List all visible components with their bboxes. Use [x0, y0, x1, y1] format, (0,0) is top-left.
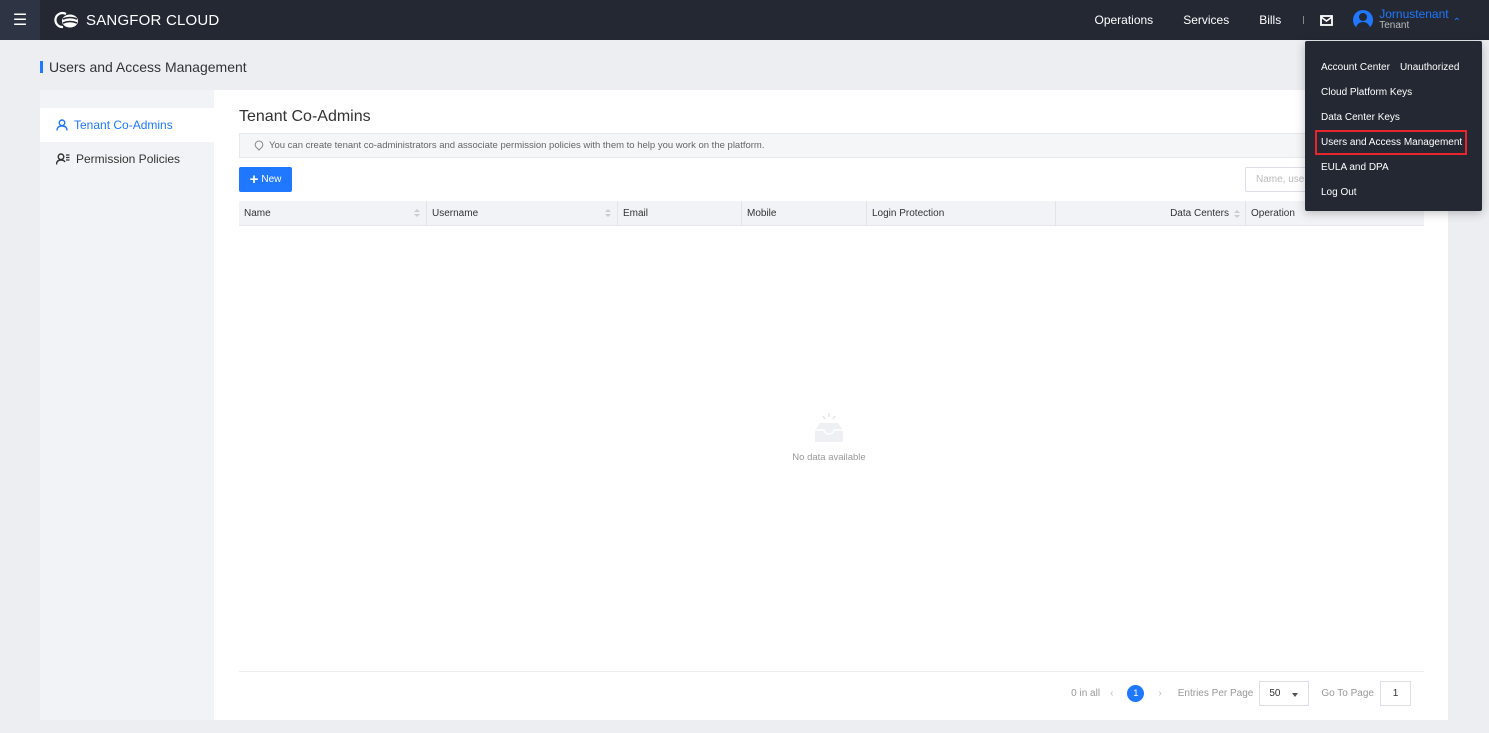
nav-operations[interactable]: Operations	[1094, 13, 1153, 27]
menu-item-label: Data Center Keys	[1321, 112, 1400, 123]
avatar-icon	[1353, 10, 1374, 30]
column-header-username[interactable]: Username	[427, 201, 618, 226]
divider	[239, 671, 1424, 672]
goto-page-input[interactable]	[1380, 681, 1411, 706]
column-header-login-protection: Login Protection	[867, 201, 1056, 226]
divider	[1303, 16, 1305, 24]
nav-item-tenant-co-admins[interactable]: Tenant Co-Admins	[40, 108, 214, 142]
prev-page-icon[interactable]: ‹	[1110, 688, 1113, 699]
per-page-label: Entries Per Page	[1177, 688, 1254, 699]
tip-text: You can create tenant co-administrators …	[269, 140, 765, 151]
hamburger-icon: ☰	[12, 12, 28, 29]
chevron-up-icon: ⌃	[1452, 16, 1461, 28]
section-title: Tenant Co-Admins	[239, 108, 371, 125]
menu-item-account-center[interactable]: Account Center Unauthorized	[1305, 55, 1482, 80]
account-status: Unauthorized	[1399, 62, 1460, 73]
menu-item-data-center-keys[interactable]: Data Center Keys	[1305, 105, 1482, 130]
total-count: 0 in all	[1071, 688, 1101, 699]
page-title-text: Users and Access Management	[49, 59, 247, 75]
user-role: Tenant	[1379, 20, 1410, 31]
column-label: Operation	[1251, 208, 1295, 219]
main-panel: Tenant Co-Admins You can create tenant c…	[214, 90, 1448, 720]
sort-icon[interactable]	[414, 209, 420, 217]
menu-item-label: EULA and DPA	[1321, 162, 1389, 173]
column-label: Data Centers	[1170, 208, 1229, 219]
column-label: Email	[623, 208, 649, 219]
new-button-label: New	[261, 174, 282, 185]
column-header-name[interactable]: Name	[239, 201, 427, 226]
menu-item-label: Account Center	[1321, 62, 1390, 73]
per-page-select[interactable]: 50	[1259, 681, 1310, 706]
title-accent-bar	[40, 61, 43, 73]
sort-icon[interactable]	[1234, 209, 1240, 218]
column-label: Login Protection	[872, 208, 945, 219]
table-header: Name Username Email Mobile Login Protect…	[239, 201, 1424, 226]
page-title: Users and Access Management	[40, 59, 247, 75]
lightbulb-icon	[254, 140, 264, 151]
info-tip: You can create tenant co-administrators …	[239, 133, 1424, 158]
column-label: Mobile	[747, 208, 777, 219]
brand-logo[interactable]: SANGFOR CLOUD	[54, 10, 219, 30]
column-header-email: Email	[618, 201, 742, 226]
user-icon	[56, 119, 68, 131]
pagination: 0 in all ‹ 1 › Entries Per Page 50 Go To…	[1071, 681, 1411, 706]
hamburger-menu-button[interactable]: ☰	[0, 0, 40, 40]
nav-services[interactable]: Services	[1183, 13, 1229, 27]
user-menu-toggle[interactable]: Jornustenant Tenant ⌃	[1353, 7, 1461, 31]
menu-item-label: Users and Access Management	[1321, 137, 1463, 148]
mail-icon	[1320, 14, 1334, 26]
column-label: Name	[244, 208, 271, 219]
caret-down-icon	[1292, 693, 1299, 697]
nav-item-label: Tenant Co-Admins	[74, 118, 173, 132]
nav-item-permission-policies[interactable]: Permission Policies	[40, 142, 214, 176]
column-label: Username	[432, 208, 479, 219]
menu-item-users-and-access-management[interactable]: Users and Access Management	[1315, 130, 1467, 155]
top-bar: ☰ SANGFOR CLOUD Operations Services Bill…	[0, 0, 1489, 40]
empty-inbox-icon	[815, 413, 843, 442]
nav-item-label: Permission Policies	[76, 152, 181, 166]
menu-item-log-out[interactable]: Log Out	[1305, 180, 1482, 205]
empty-state: No data available	[774, 410, 884, 463]
column-header-mobile: Mobile	[742, 201, 867, 226]
new-button[interactable]: + New	[239, 167, 292, 192]
left-nav: Tenant Co-Admins Permission Policies	[40, 90, 214, 720]
messages-button[interactable]	[1320, 14, 1334, 26]
empty-text: No data available	[792, 452, 866, 463]
user-dropdown-menu: Account Center Unauthorized Cloud Platfo…	[1305, 41, 1482, 211]
per-page-value: 50	[1269, 688, 1281, 699]
menu-item-label: Log Out	[1321, 187, 1357, 198]
user-name: Jornustenant	[1379, 7, 1449, 21]
menu-item-cloud-platform-keys[interactable]: Cloud Platform Keys	[1305, 80, 1482, 105]
sort-icon[interactable]	[605, 209, 611, 217]
plus-icon: +	[249, 171, 259, 188]
menu-item-label: Cloud Platform Keys	[1321, 87, 1413, 98]
nav-bills[interactable]: Bills	[1259, 13, 1281, 27]
next-page-icon[interactable]: ›	[1158, 688, 1161, 699]
page-button-1[interactable]: 1	[1127, 685, 1145, 702]
user-list-icon	[56, 153, 70, 165]
menu-item-eula-and-dpa[interactable]: EULA and DPA	[1305, 155, 1482, 180]
goto-label: Go To Page	[1321, 688, 1374, 699]
cloud-logo-icon	[54, 11, 78, 29]
column-header-data-centers[interactable]: Data Centers	[1056, 201, 1246, 226]
brand-name: SANGFOR CLOUD	[86, 11, 220, 29]
